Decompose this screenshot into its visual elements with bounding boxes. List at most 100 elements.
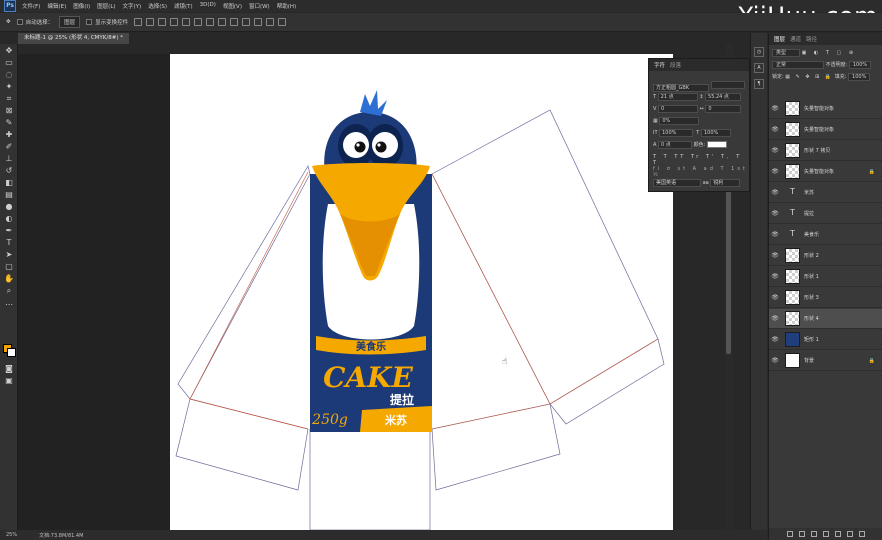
menu-view[interactable]: 视图(V) <box>223 2 242 10</box>
layer-row[interactable]: 👁 矢量智能对象 <box>769 99 882 119</box>
layer-row[interactable]: 👁 形状 2 <box>769 246 882 266</box>
type-icon[interactable]: T <box>4 238 14 248</box>
layer-row[interactable]: 👁 矢量智能对象 🔒 <box>769 162 882 182</box>
visibility-eye-icon[interactable]: 👁 <box>769 294 781 301</box>
text-color-swatch[interactable] <box>706 141 727 148</box>
align-bottom-icon[interactable] <box>158 18 167 26</box>
layer-row[interactable]: 👁 形状 3 <box>769 288 882 308</box>
visibility-eye-icon[interactable]: 👁 <box>769 273 781 280</box>
screen-mode-icon[interactable]: ▣ <box>4 376 14 386</box>
transform-controls-checkbox[interactable] <box>86 19 93 25</box>
link-layers-icon[interactable] <box>787 531 793 537</box>
font-size-field[interactable]: 21 点 <box>657 93 698 101</box>
layer-row[interactable]: 👁 T 米苏 <box>769 183 882 203</box>
distribute-2-icon[interactable] <box>218 18 227 26</box>
move-tool-icon[interactable]: ✥ <box>6 19 11 25</box>
brush-icon[interactable]: ✐ <box>4 142 14 152</box>
layer-row[interactable]: 👁 T 提拉 <box>769 204 882 224</box>
underline-button[interactable]: T <box>736 154 742 160</box>
small-caps-button[interactable]: Tr <box>691 154 701 160</box>
menu-3d[interactable]: 3D(D) <box>200 2 216 10</box>
kerning-field[interactable]: 0 <box>658 105 699 113</box>
transform-controls-toggle[interactable]: 显示变换控件 <box>86 18 128 26</box>
visibility-eye-icon[interactable]: 👁 <box>769 252 781 259</box>
blur-icon[interactable]: ● <box>4 202 14 212</box>
shape-icon[interactable]: ▢ <box>4 262 14 272</box>
horizontal-scale-field[interactable]: 100% <box>700 129 731 137</box>
opentype-buttons[interactable]: fi σ st A ad T 1st ½ <box>653 166 749 178</box>
distribute-icon[interactable] <box>206 18 215 26</box>
baseline-field[interactable]: 0 点 <box>658 141 693 149</box>
superscript-button[interactable]: T' <box>706 154 716 160</box>
3d-slide-icon[interactable] <box>278 18 287 26</box>
lasso-icon[interactable]: ◌ <box>4 70 14 80</box>
auto-select-checkbox[interactable] <box>16 19 23 25</box>
dodge-icon[interactable]: ◐ <box>4 214 14 224</box>
healing-icon[interactable]: ✚ <box>4 130 14 140</box>
visibility-eye-icon[interactable]: 👁 <box>769 336 781 343</box>
tab-character[interactable]: 字符 <box>654 61 665 69</box>
add-mask-icon[interactable] <box>811 531 817 537</box>
menu-image[interactable]: 图像(I) <box>73 2 90 10</box>
visibility-eye-icon[interactable]: 👁 <box>769 126 781 133</box>
blend-mode-select[interactable]: 正常 <box>772 61 824 69</box>
3d-mode-icon[interactable] <box>242 18 251 26</box>
adjustment-icon[interactable] <box>823 531 829 537</box>
layer-row-selected[interactable]: 👁 形状 4 <box>769 309 882 329</box>
background-color-swatch[interactable] <box>7 348 16 357</box>
align-top-icon[interactable] <box>134 18 143 26</box>
subscript-button[interactable]: T, <box>721 154 732 160</box>
quick-mask-icon[interactable]: ◙ <box>4 364 14 374</box>
lock-icons[interactable]: ▦ ✎ ✥ ⊞ 🔒 <box>785 74 833 80</box>
layer-row[interactable]: 👁 形状 1 <box>769 267 882 287</box>
new-group-icon[interactable] <box>835 531 841 537</box>
character-panel-icon[interactable]: A <box>754 63 764 73</box>
hand-icon[interactable]: ✋ <box>4 274 14 284</box>
proportional-spacing-field[interactable]: 0% <box>659 117 700 125</box>
layer-row[interactable]: 👁 矢量智能对象 <box>769 120 882 140</box>
layer-row[interactable]: 👁 T 美食乐 <box>769 225 882 245</box>
visibility-eye-icon[interactable]: 👁 <box>769 105 781 112</box>
move-icon[interactable]: ✥ <box>4 46 14 56</box>
opacity-field[interactable]: 100% <box>848 61 872 69</box>
zoom-icon[interactable]: ⌕ <box>4 286 14 296</box>
menu-layer[interactable]: 图层(L) <box>97 2 115 10</box>
stamp-icon[interactable]: ⊥ <box>4 154 14 164</box>
document-tab[interactable]: 未标题-1 @ 25% (形状 4, CMYK/8#) * <box>18 33 130 44</box>
fill-field[interactable]: 100% <box>848 73 871 81</box>
target-select[interactable]: 图层 <box>59 16 81 28</box>
zoom-level[interactable]: 25% <box>6 532 17 538</box>
menu-file[interactable]: 文件(F) <box>22 2 40 10</box>
frame-icon[interactable]: ⊠ <box>4 106 14 116</box>
language-select[interactable]: 美国英语 <box>653 179 701 187</box>
history-brush-icon[interactable]: ↺ <box>4 166 14 176</box>
fx-icon[interactable] <box>799 531 805 537</box>
new-layer-icon[interactable] <box>847 531 853 537</box>
menu-filter[interactable]: 滤镜(T) <box>174 2 193 10</box>
more-tools-icon[interactable]: ⋯ <box>4 300 14 310</box>
layer-row[interactable]: 👁 背景 🔒 <box>769 351 882 371</box>
gradient-icon[interactable]: ▤ <box>4 190 14 200</box>
visibility-eye-icon[interactable]: 👁 <box>769 210 781 217</box>
pen-icon[interactable]: ✒ <box>4 226 14 236</box>
tracking-field[interactable]: 0 <box>705 105 742 113</box>
3d-rotate-icon[interactable] <box>254 18 263 26</box>
layer-row[interactable]: 👁 形状 7 拷贝 <box>769 141 882 161</box>
distribute-3-icon[interactable] <box>230 18 239 26</box>
eraser-icon[interactable]: ◧ <box>4 178 14 188</box>
align-vcenter-icon[interactable] <box>146 18 155 26</box>
paragraph-panel-icon[interactable]: ¶ <box>754 79 764 89</box>
visibility-eye-icon[interactable]: 👁 <box>769 357 781 364</box>
tab-paths[interactable]: 路径 <box>806 35 817 43</box>
visibility-eye-icon[interactable]: 👁 <box>769 168 781 175</box>
align-left-icon[interactable] <box>170 18 179 26</box>
menu-window[interactable]: 窗口(W) <box>249 2 270 10</box>
artboard[interactable]: 美食乐 CAKE 提拉 米苏 250g ☝ <box>170 54 673 531</box>
crop-icon[interactable]: ⌗ <box>4 94 14 104</box>
layer-row[interactable]: 👁 矩形 1 <box>769 330 882 350</box>
visibility-eye-icon[interactable]: 👁 <box>769 189 781 196</box>
3d-pan-icon[interactable] <box>266 18 275 26</box>
filter-icons[interactable]: ▣ ◐ T ▢ ⊕ <box>802 50 856 56</box>
align-right-icon[interactable] <box>194 18 203 26</box>
all-caps-button[interactable]: TT <box>674 154 686 160</box>
